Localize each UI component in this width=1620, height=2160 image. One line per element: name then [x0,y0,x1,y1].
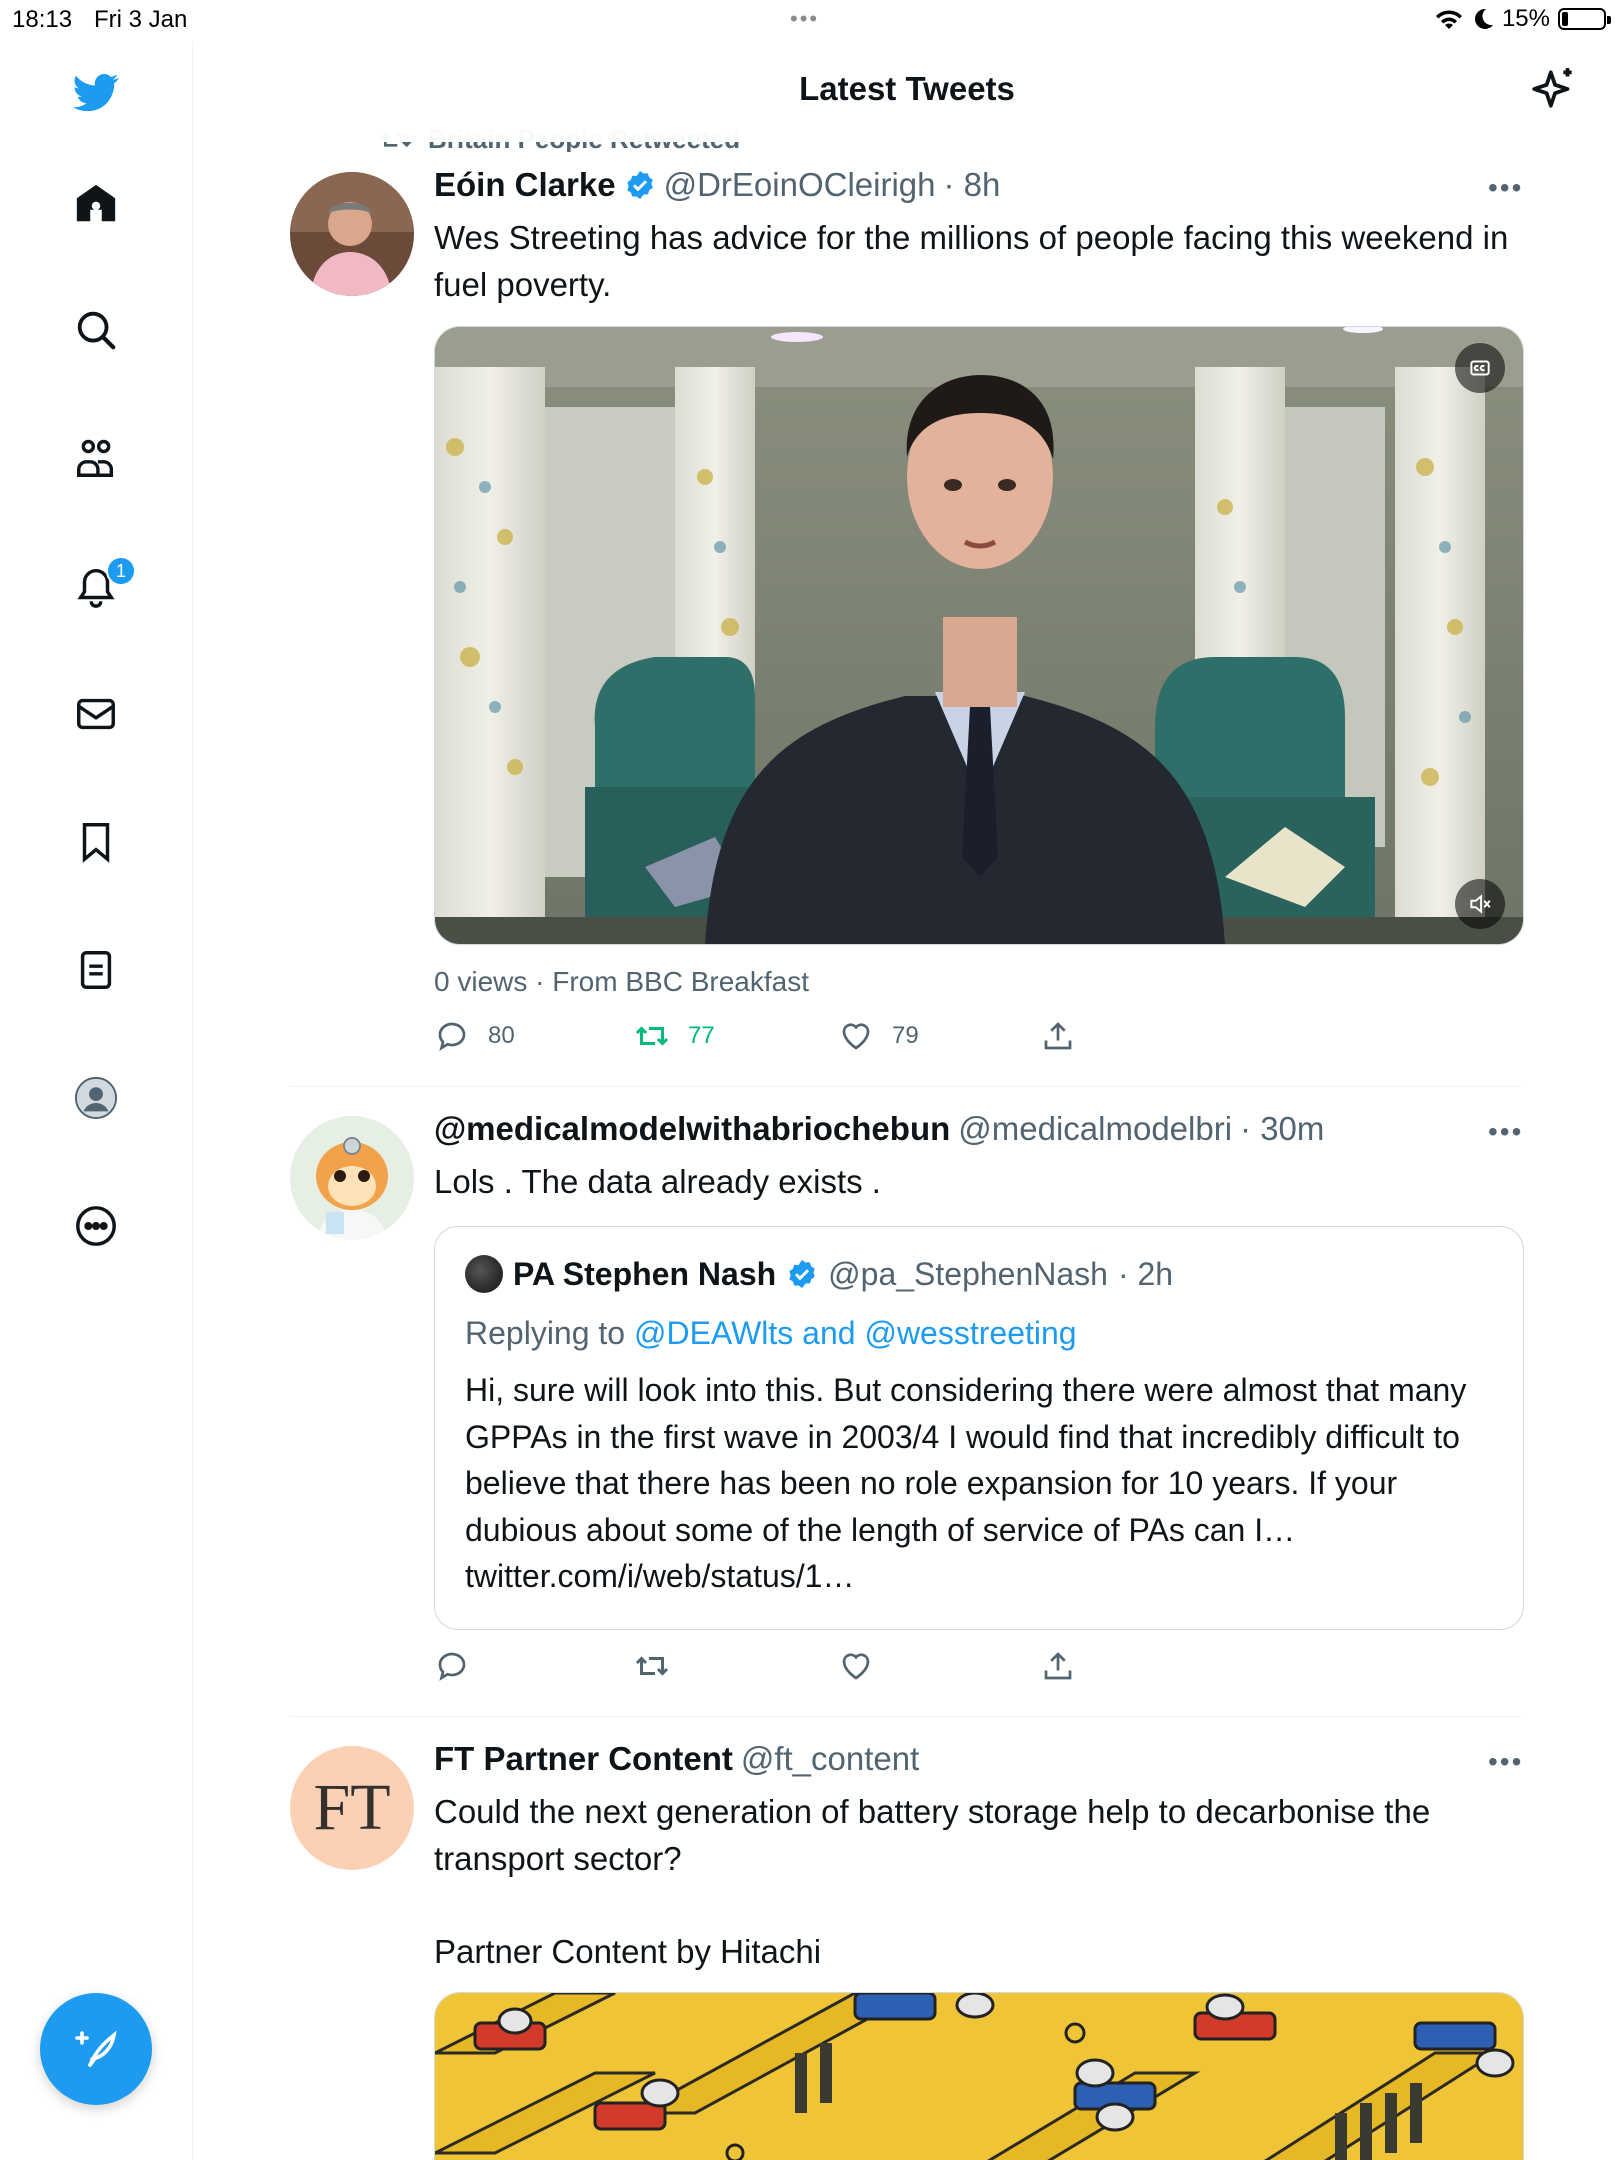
share-button[interactable] [1040,1018,1076,1054]
ft-logo: FT [313,1771,391,1844]
reply-button[interactable] [434,1648,470,1684]
tweet-text: Could the next generation of battery sto… [434,1793,1431,1877]
tweet-text-secondary: Partner Content by Hitachi [434,1933,822,1970]
battery-icon [1558,8,1611,30]
like-button[interactable] [838,1648,874,1684]
mute-button[interactable] [1455,879,1505,929]
author-handle[interactable]: @ft_content [741,1740,919,1778]
like-button[interactable]: 79 [838,1018,919,1054]
tweet-video[interactable] [434,326,1524,945]
author-handle[interactable]: @DrEoinOCleirigh [664,166,936,204]
retweet-button[interactable] [634,1648,670,1684]
quoted-tweet-header: PA Stephen Nash @pa_StephenNash · 2h [465,1255,1173,1293]
tweet-divider [290,1086,1522,1087]
avatar[interactable]: FT [290,1746,414,1870]
reply-count: 80 [488,1022,515,1049]
share-button[interactable] [1040,1648,1076,1684]
reply-button[interactable]: 80 [434,1018,515,1054]
retweet-icon [635,1026,669,1046]
quoted-author-name: PA Stephen Nash [513,1255,777,1292]
sparkle-icon[interactable] [1530,64,1580,114]
heart-icon [842,1653,870,1680]
retweet-button[interactable]: 77 [634,1018,715,1054]
author-name[interactable]: @medicalmodelwithabriochebun [434,1110,950,1148]
battery-level [1562,12,1568,26]
replying-to-links[interactable]: @DEAWlts and @wesstreeting [634,1315,1077,1351]
more-options-icon[interactable]: ••• [1488,1746,1523,1778]
volume-muted-icon [1470,894,1491,914]
tweet-time[interactable]: · 8h [944,166,1001,204]
tweet-header: @medicalmodelwithabriochebun @medicalmod… [434,1110,1324,1148]
search-icon[interactable] [66,300,126,360]
tweet-time[interactable]: · 30m [1240,1110,1324,1148]
tweet-text: Wes Streeting has advice for the million… [434,219,1509,303]
messages-icon[interactable] [66,684,126,744]
replying-to-label: Replying to [465,1315,626,1351]
timeline-header: Latest Tweets [194,42,1620,142]
more-options-icon[interactable]: ••• [1488,172,1523,204]
moon-icon [1474,8,1493,29]
sidebar: 1 [0,42,193,2160]
share-icon [1044,1022,1072,1050]
bookmarks-icon[interactable] [66,812,126,872]
like-count: 79 [892,1022,919,1049]
retweet-icon [635,1656,669,1676]
share-icon [1044,1652,1072,1680]
heart-icon [842,1023,870,1050]
multitasking-dots[interactable]: ••• [790,6,819,32]
retweet-count: 77 [688,1022,715,1049]
compose-tweet-icon [75,2030,117,2067]
quoted-tweet-text: Hi, sure will look into this. But consid… [465,1372,1467,1594]
wifi-icon [1435,10,1462,29]
video-views: 0 views · From BBC Breakfast [434,966,809,997]
author-name[interactable]: Eóin Clarke [434,166,616,204]
author-handle[interactable]: @medicalmodelbri [958,1110,1232,1148]
quoted-tweet-time: · 2h [1117,1255,1174,1292]
tweet-header: FT Partner Content @ft_content [434,1740,919,1778]
notifications-icon[interactable]: 1 [66,556,136,616]
tweet-text: Lols . The data already exists . [434,1163,881,1200]
tweet-actions [434,1648,1134,1688]
captions-icon [1470,360,1490,376]
status-indicators: 15% [1434,5,1611,33]
avatar[interactable] [290,1116,414,1240]
profile-icon[interactable] [66,1068,126,1128]
avatar[interactable] [290,172,414,296]
compose-tweet-button[interactable] [40,1993,152,2105]
author-name[interactable]: FT Partner Content [434,1740,733,1778]
reply-icon [438,1022,466,1051]
quoted-author-handle: @pa_StephenNash [828,1255,1108,1292]
lists-icon[interactable] [66,940,126,1000]
status-bar: 18:13 Fri 3 Jan ••• 15% [0,0,1620,42]
tweet-image[interactable] [434,1992,1524,2160]
more-icon[interactable] [66,1196,126,1256]
tweet-divider [290,1716,1522,1717]
home-icon[interactable] [66,174,126,234]
replying-to: Replying to @DEAWlts and @wesstreeting [465,1315,1077,1352]
notification-badge: 1 [106,556,136,586]
quoted-avatar [465,1255,503,1293]
tweet-header: Eóin Clarke @DrEoinOCleirigh · 8h [434,166,1000,204]
status-time: 18:13 [12,6,73,33]
verified-badge-icon [626,171,653,199]
communities-icon[interactable] [66,428,126,488]
status-date: Fri 3 Jan [94,6,188,33]
verified-badge-icon [789,1260,815,1288]
twitter-logo-icon[interactable] [66,62,126,122]
battery-percent: 15% [1501,5,1550,32]
page-title: Latest Tweets [799,70,1015,107]
reply-icon [438,1652,466,1681]
tweet-actions: 80 77 79 [434,1018,1134,1058]
more-options-icon[interactable]: ••• [1488,1116,1523,1148]
quoted-tweet[interactable]: PA Stephen Nash @pa_StephenNash · 2h Rep… [434,1226,1524,1630]
captions-button[interactable] [1455,343,1505,393]
